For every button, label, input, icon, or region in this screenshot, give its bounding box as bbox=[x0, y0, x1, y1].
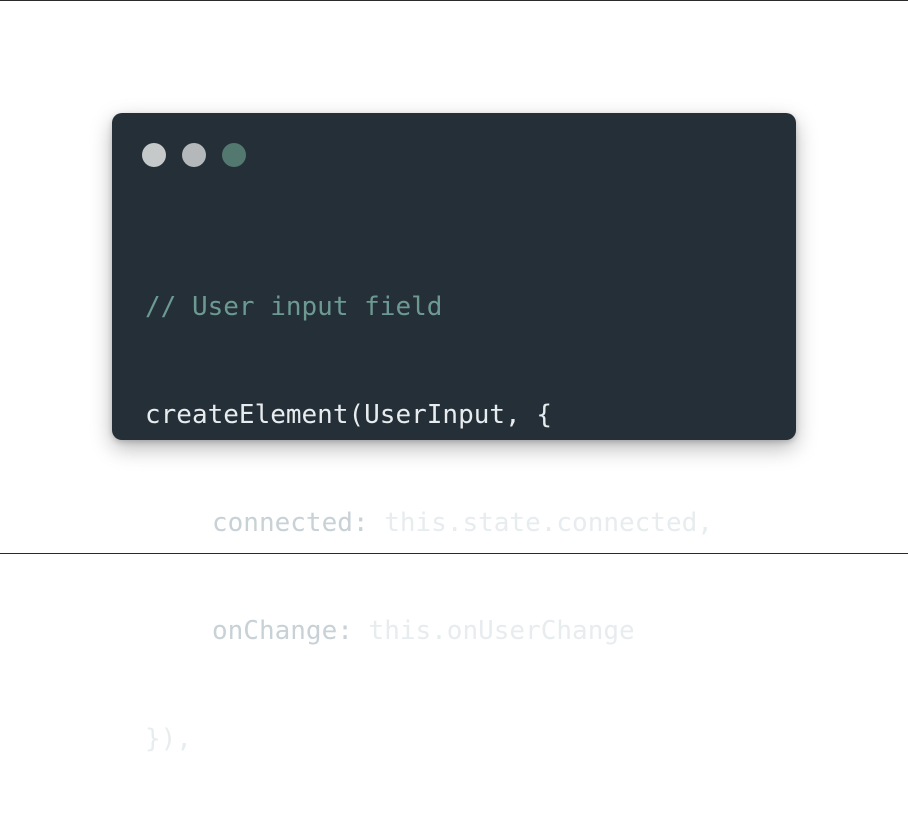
code-call-close: }), bbox=[145, 724, 192, 754]
prop-key-connected: connected: bbox=[212, 508, 369, 538]
code-block: // User input field createElement(UserIn… bbox=[145, 217, 713, 829]
code-window: // User input field createElement(UserIn… bbox=[112, 113, 796, 754]
prop-value-onchange: this.onUserChange bbox=[352, 616, 635, 646]
frame-top-border bbox=[0, 0, 908, 1]
code-prop-connected: connected: this.state.connected, bbox=[145, 505, 713, 541]
minimize-dot-icon bbox=[182, 143, 206, 167]
prop-key-onchange: onChange: bbox=[212, 616, 353, 646]
maximize-dot-icon bbox=[222, 143, 246, 167]
window-controls bbox=[142, 143, 246, 167]
close-dot-icon bbox=[142, 143, 166, 167]
code-call-open: createElement(UserInput, { bbox=[145, 400, 552, 430]
prop-value-connected: this.state.connected, bbox=[368, 508, 713, 538]
code-comment: // User input field bbox=[145, 292, 443, 322]
code-prop-onchange: onChange: this.onUserChange bbox=[145, 613, 713, 649]
